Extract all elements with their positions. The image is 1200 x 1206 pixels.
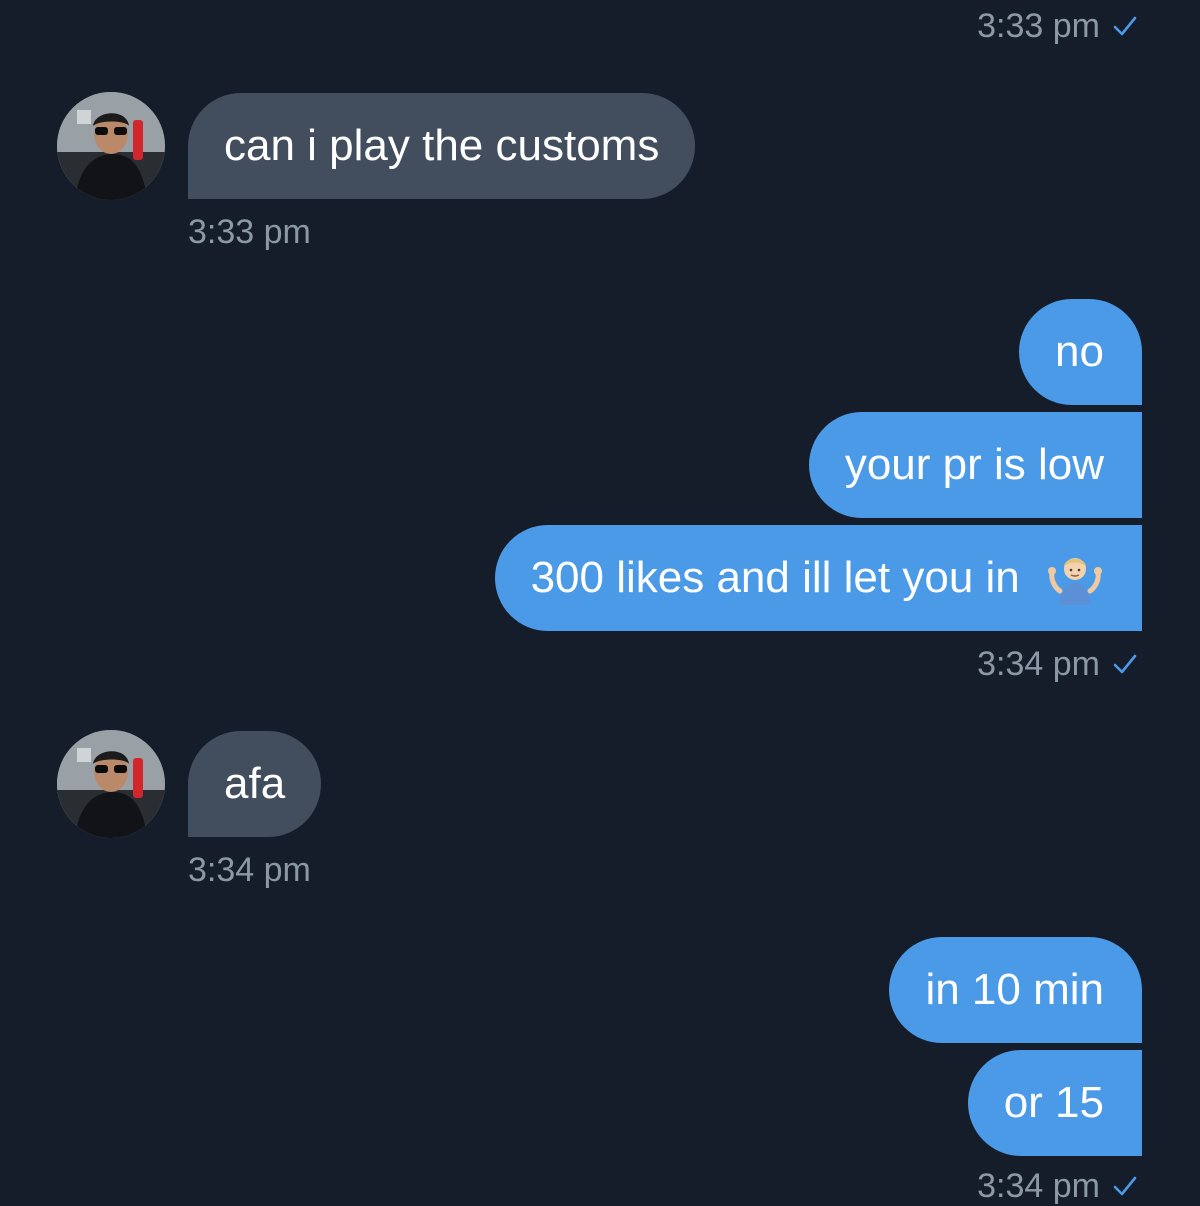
- message-text: afa: [224, 759, 286, 808]
- message-text: can i play the customs: [224, 121, 660, 170]
- avatar-image: [57, 92, 165, 200]
- contact-avatar[interactable]: [57, 730, 165, 838]
- outgoing-message-bubble[interactable]: or 15: [967, 1050, 1142, 1156]
- message-timestamp-sent: 3:33 pm: [977, 6, 1138, 46]
- outgoing-message-bubble[interactable]: 300 likes and ill let you in: [494, 525, 1142, 631]
- timestamp-text: 3:34 pm: [977, 1167, 1100, 1205]
- message-text: no: [1055, 327, 1104, 376]
- timestamp-text: 3:34 pm: [188, 851, 311, 889]
- message-timestamp-sent: 3:34 pm: [977, 1166, 1138, 1206]
- checkmark-icon: [1113, 1176, 1137, 1196]
- person-shrugging-emoji: [1048, 558, 1102, 606]
- message-text: 300 likes and ill let you in: [530, 553, 1020, 602]
- message-timestamp-sent: 3:34 pm: [977, 644, 1138, 684]
- message-text: or 15: [1003, 1078, 1104, 1127]
- outgoing-message-bubble[interactable]: your pr is low: [808, 412, 1142, 518]
- timestamp-text: 3:33 pm: [977, 7, 1100, 45]
- avatar-image: [57, 730, 165, 838]
- message-text: your pr is low: [844, 440, 1104, 489]
- message-timestamp-received: 3:34 pm: [188, 850, 311, 890]
- outgoing-message-bubble[interactable]: no: [1019, 299, 1142, 405]
- timestamp-text: 3:33 pm: [188, 213, 311, 251]
- message-text: in 10 min: [925, 965, 1104, 1014]
- checkmark-icon: [1113, 16, 1137, 36]
- incoming-message-bubble[interactable]: afa: [188, 731, 322, 837]
- contact-avatar[interactable]: [57, 92, 165, 200]
- timestamp-text: 3:34 pm: [977, 645, 1100, 683]
- message-timestamp-received: 3:33 pm: [188, 212, 311, 252]
- incoming-message-bubble[interactable]: can i play the customs: [188, 93, 696, 199]
- checkmark-icon: [1113, 654, 1137, 674]
- outgoing-message-bubble[interactable]: in 10 min: [889, 937, 1142, 1043]
